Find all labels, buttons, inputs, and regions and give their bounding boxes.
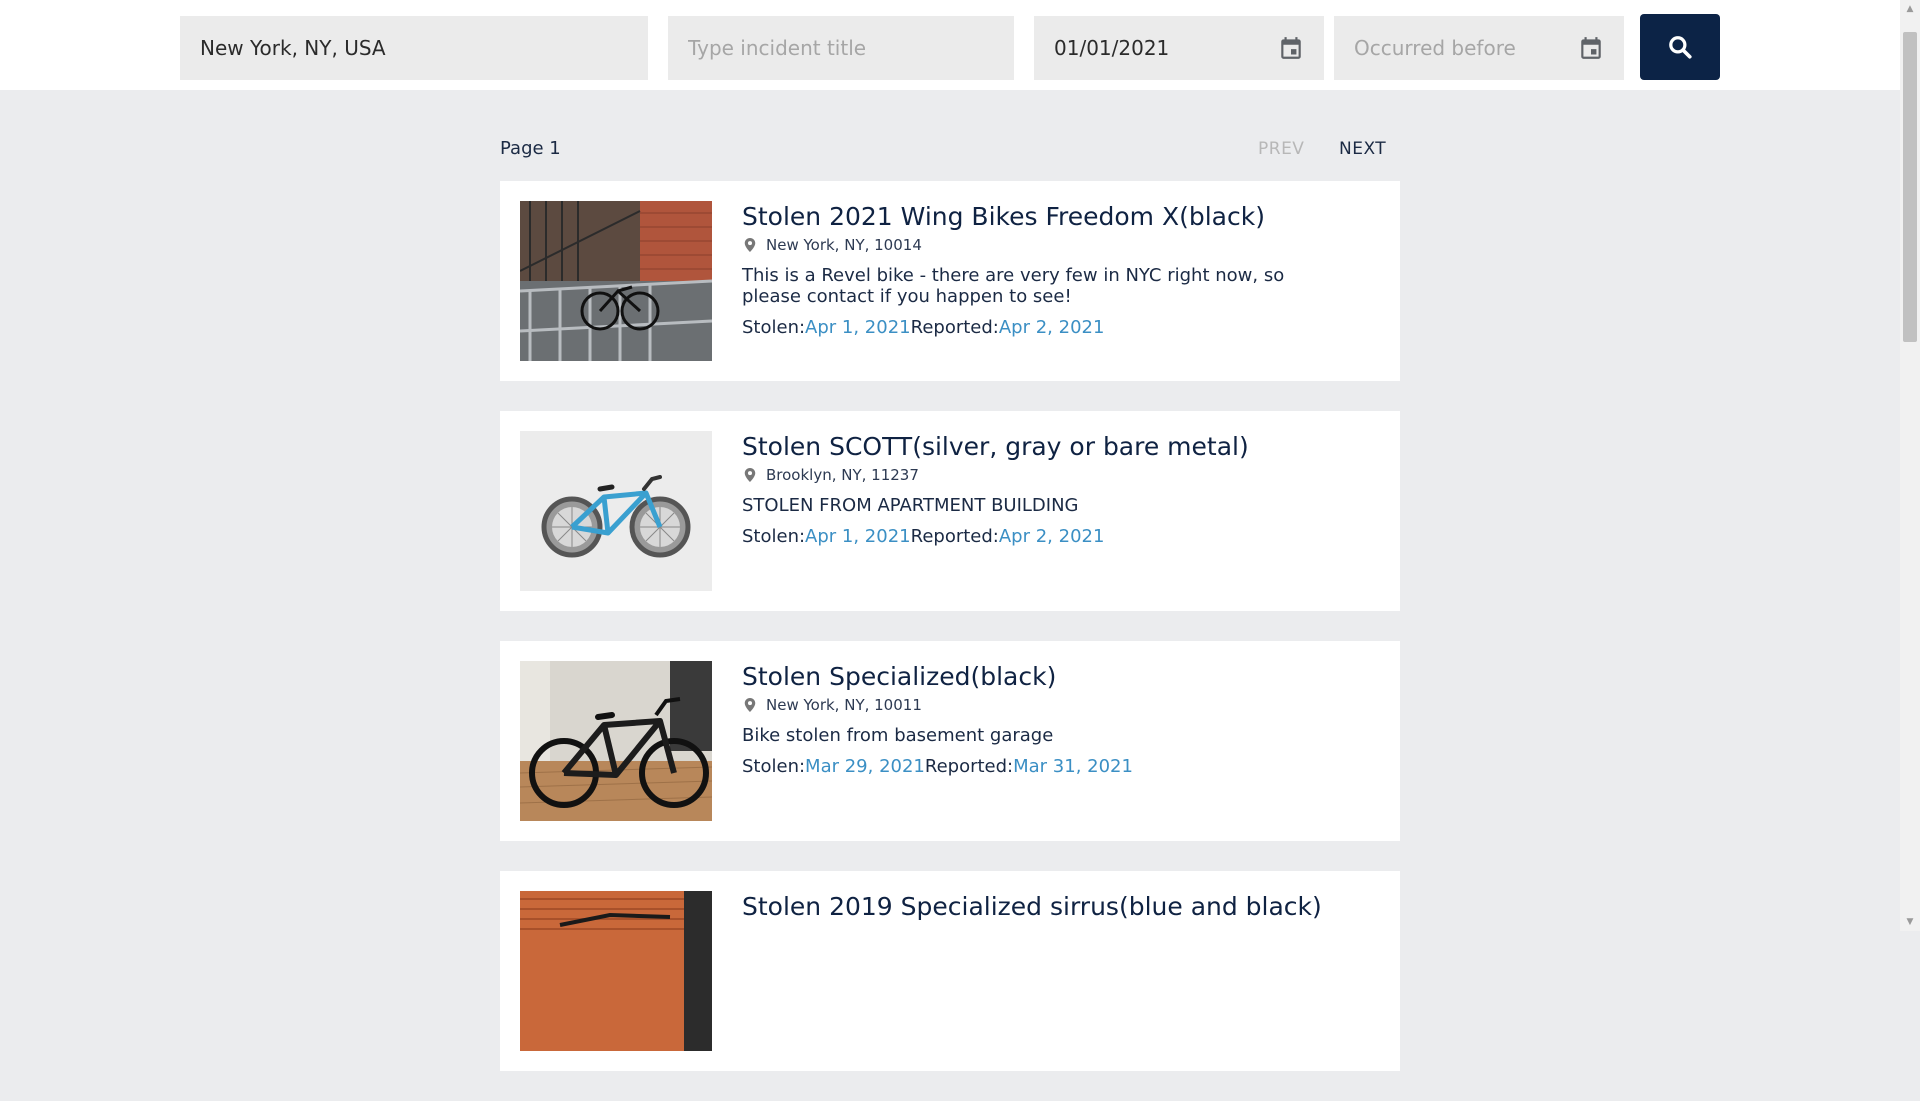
reported-label: Reported: (910, 317, 999, 338)
incident-dates: Stolen:Apr 1, 2021Reported:Apr 2, 2021 (742, 316, 1340, 340)
reported-date: Mar 31, 2021 (1013, 756, 1133, 777)
incident-photo[interactable] (520, 201, 712, 361)
pagination: Page 1 PREV NEXT (500, 134, 1400, 164)
reported-date: Apr 2, 2021 (998, 526, 1105, 547)
location-pin-icon (744, 468, 756, 482)
next-button[interactable]: NEXT (1339, 139, 1386, 159)
scroll-up-arrow[interactable]: ▲ (1900, 0, 1920, 18)
incident-location: New York, NY, 10011 (766, 696, 922, 714)
incident-location: Brooklyn, NY, 11237 (766, 466, 919, 484)
reported-label: Reported: (910, 526, 999, 547)
stolen-label: Stolen: (742, 756, 806, 777)
incident-photo[interactable] (520, 661, 712, 821)
incident-photo[interactable] (520, 891, 712, 1051)
occurred-before-placeholder: Occurred before (1354, 36, 1516, 60)
stolen-label: Stolen: (742, 317, 806, 338)
calendar-icon[interactable] (1278, 35, 1304, 61)
stolen-date: Apr 1, 2021 (805, 317, 911, 338)
incident-card[interactable]: Stolen SCOTT(silver, gray or bare metal)… (500, 411, 1400, 611)
incident-title-placeholder: Type incident title (688, 36, 867, 60)
search-bar: New York, NY, USA Type incident title 01… (0, 0, 1900, 90)
scroll-down-arrow[interactable]: ▼ (1900, 913, 1920, 931)
occurred-before-input[interactable]: Occurred before (1334, 16, 1624, 80)
incident-title-input[interactable]: Type incident title (668, 16, 1014, 80)
incident-card[interactable]: Stolen 2019 Specialized sirrus(blue and … (500, 871, 1400, 1071)
incident-dates: Stolen:Apr 1, 2021Reported:Apr 2, 2021 (742, 525, 1340, 549)
incident-photo[interactable] (520, 431, 712, 591)
incident-title[interactable]: Stolen SCOTT(silver, gray or bare metal) (742, 431, 1340, 463)
incident-location: New York, NY, 10014 (766, 236, 922, 254)
reported-label: Reported: (924, 756, 1014, 777)
location-input[interactable]: New York, NY, USA (180, 16, 648, 80)
incident-title[interactable]: Stolen 2019 Specialized sirrus(blue and … (742, 891, 1340, 923)
incident-title[interactable]: Stolen Specialized(black) (742, 661, 1340, 693)
occurred-after-input[interactable]: 01/01/2021 (1034, 16, 1324, 80)
incident-description: STOLEN FROM APARTMENT BUILDING (742, 495, 1079, 516)
incident-description: This is a Revel bike - there are very fe… (742, 265, 1285, 307)
incident-card[interactable]: Stolen Specialized(black) New York, NY, … (500, 641, 1400, 841)
search-button[interactable] (1640, 14, 1720, 80)
incident-list: Stolen 2021 Wing Bikes Freedom X(black) … (500, 181, 1400, 1101)
location-pin-icon (744, 238, 756, 252)
reported-date: Apr 2, 2021 (998, 317, 1105, 338)
incident-description: Bike stolen from basement garage (742, 725, 1054, 746)
occurred-after-value: 01/01/2021 (1054, 36, 1170, 60)
search-icon (1669, 36, 1692, 59)
prev-button[interactable]: PREV (1258, 139, 1304, 159)
stolen-date: Apr 1, 2021 (805, 526, 911, 547)
incident-card[interactable]: Stolen 2021 Wing Bikes Freedom X(black) … (500, 181, 1400, 381)
stolen-date: Mar 29, 2021 (805, 756, 925, 777)
incident-dates: Stolen:Mar 29, 2021Reported:Mar 31, 2021 (742, 755, 1340, 779)
scrollbar-thumb[interactable] (1903, 32, 1917, 342)
incident-title[interactable]: Stolen 2021 Wing Bikes Freedom X(black) (742, 201, 1340, 233)
stolen-label: Stolen: (742, 526, 806, 547)
calendar-icon[interactable] (1578, 35, 1604, 61)
location-pin-icon (744, 698, 756, 712)
location-input-value: New York, NY, USA (200, 36, 386, 60)
page-number-label: Page 1 (500, 138, 561, 159)
